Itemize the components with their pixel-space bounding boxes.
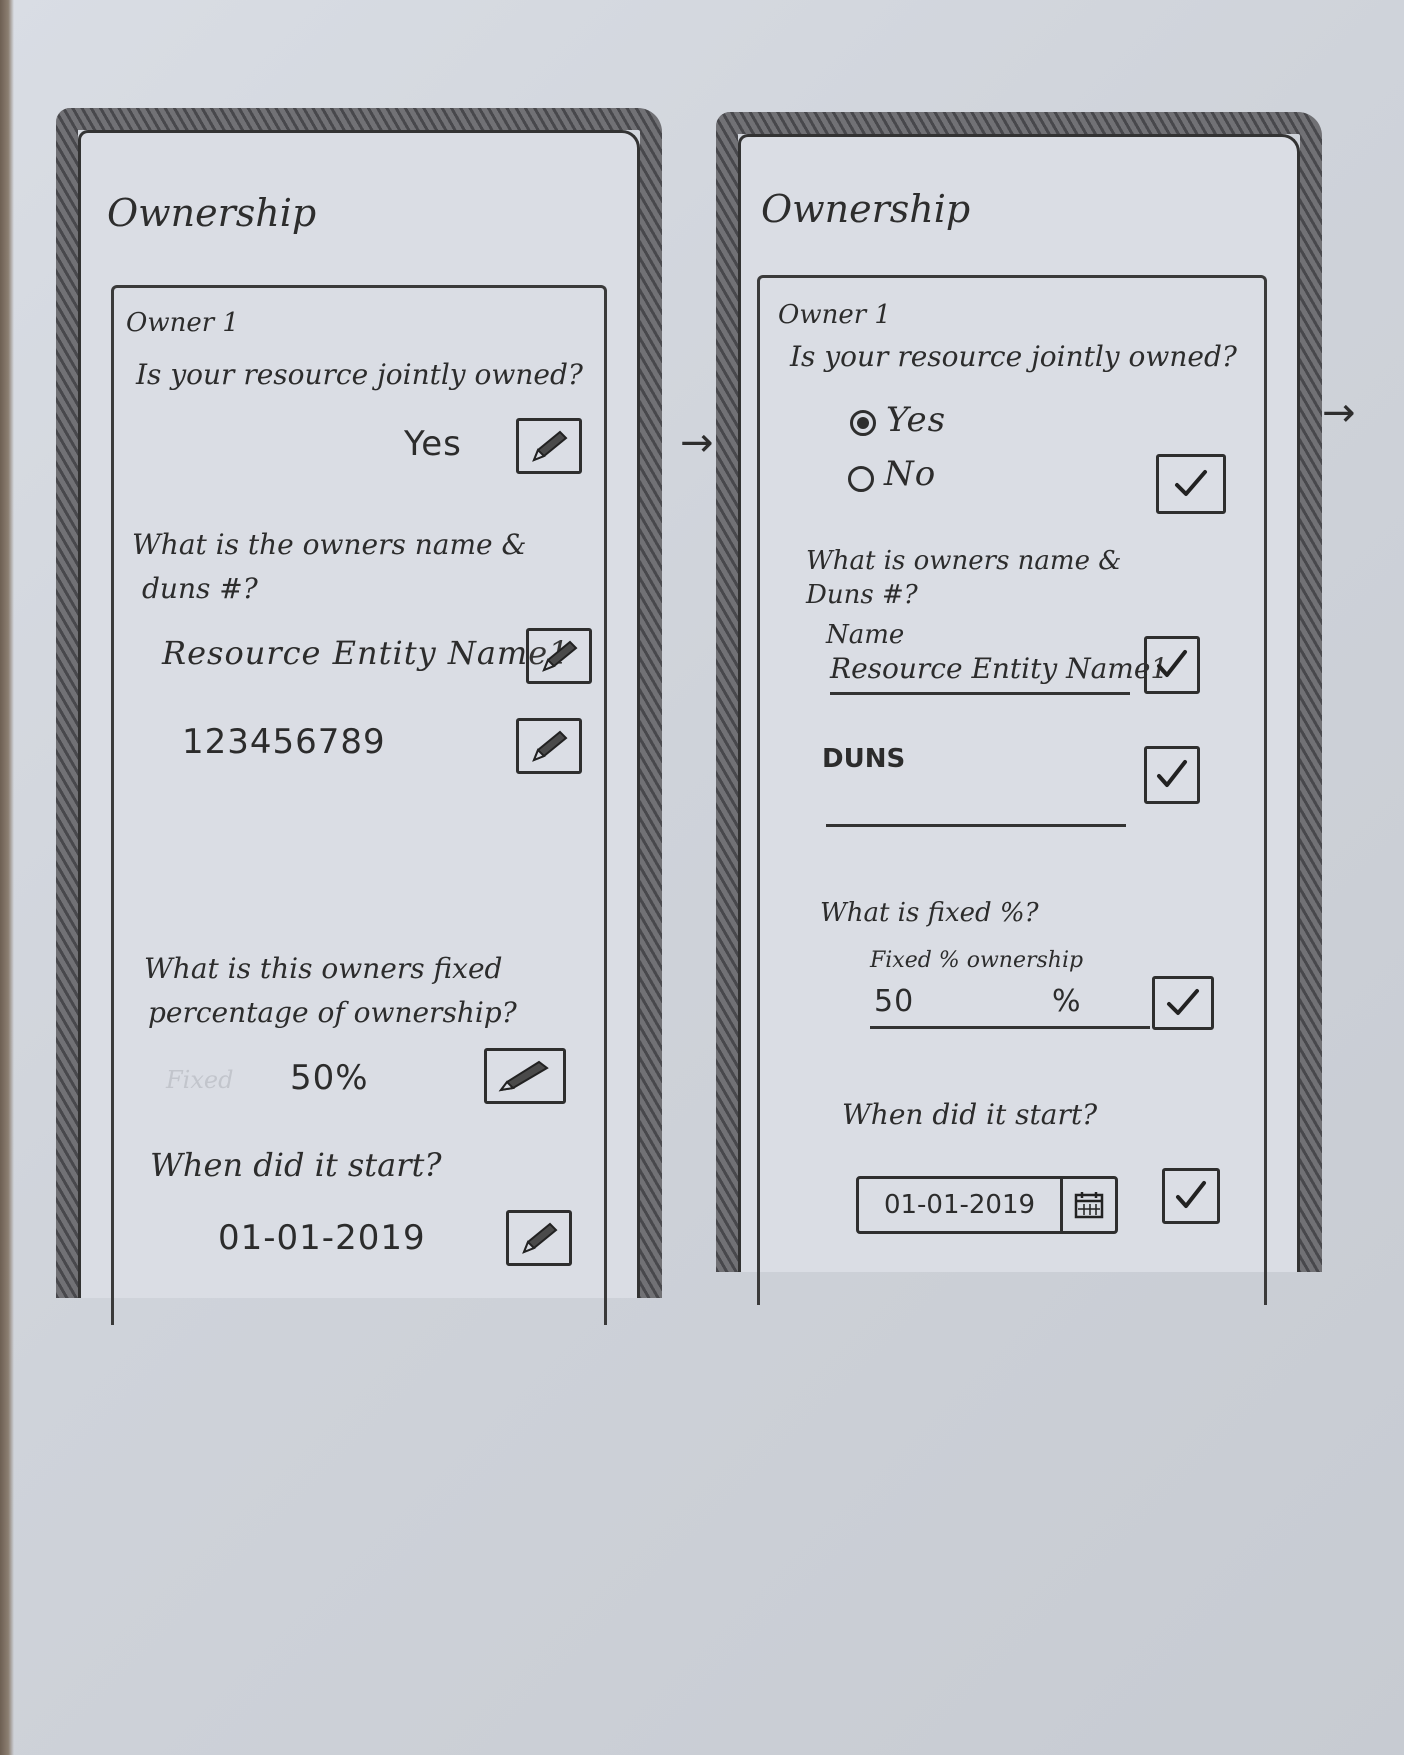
option-yes-label: Yes [886, 400, 947, 440]
edit-duns-button[interactable] [516, 718, 582, 774]
option-no-label: No [884, 454, 937, 494]
pencil-icon [532, 730, 568, 762]
name-question: What is owners name & [806, 546, 1122, 576]
name-input[interactable]: Resource Entity Name1 [830, 652, 1168, 685]
checkmark-icon [1157, 650, 1187, 677]
name-question: What is the owners name & [132, 528, 527, 561]
pencil-icon [532, 430, 568, 462]
name-label: Name [826, 620, 905, 650]
flow-arrow: → [1322, 390, 1356, 436]
checkmark-icon [1175, 470, 1207, 496]
phone-frame-edit-mode: Ownership Owner 1 Is your resource joint… [716, 112, 1322, 1305]
edit-start-button[interactable] [506, 1210, 572, 1266]
name-question-line2: Duns #? [806, 580, 918, 610]
fixed-input-underline [870, 1026, 1150, 1029]
percent-value: 50% [290, 1058, 369, 1098]
paper-edge [0, 0, 14, 1755]
fixed-question: What is fixed %? [820, 898, 1039, 928]
phone-screen: Ownership Owner 1 Is your resource joint… [78, 130, 640, 1325]
duns-input-underline [826, 824, 1126, 827]
pencil-icon [522, 1222, 558, 1254]
page-title: Ownership [107, 191, 317, 235]
duns-label: DUNS [822, 744, 906, 774]
percent-question: What is this owners fixed [144, 952, 503, 985]
edit-joint-button[interactable] [516, 418, 582, 474]
duns-value: 123456789 [182, 722, 386, 762]
flow-arrow: → [680, 420, 714, 466]
edit-name-button[interactable] [526, 628, 592, 684]
joint-question: Is your resource jointly owned? [136, 358, 583, 391]
page-title: Ownership [761, 187, 971, 231]
confirm-joint-button[interactable] [1156, 454, 1226, 514]
checkmark-icon [1157, 760, 1187, 787]
fixed-input[interactable]: 50 [874, 984, 914, 1019]
pencil-icon [542, 640, 578, 672]
card-title: Owner 1 [126, 308, 239, 338]
radio-yes[interactable] [850, 410, 876, 436]
percent-question-line2: percentage of ownership? [148, 996, 517, 1029]
fixed-label: Fixed % ownership [870, 948, 1084, 973]
start-question: When did it start? [150, 1146, 442, 1184]
phone-screen: Ownership Owner 1 Is your resource joint… [738, 134, 1300, 1305]
name-question-line2: duns #? [142, 572, 258, 605]
confirm-fixed-button[interactable] [1152, 976, 1214, 1030]
start-date-value: 01-01-2019 [883, 1190, 1036, 1220]
fixed-unit: % [1052, 984, 1082, 1019]
checkmark-icon [1176, 1181, 1206, 1208]
joint-question: Is your resource jointly owned? [790, 340, 1237, 373]
calendar-button[interactable] [1060, 1179, 1115, 1231]
pencil-icon [498, 1060, 549, 1092]
name-value: Resource Entity Name1 [162, 634, 570, 672]
percent-faint-label: Fixed [166, 1066, 234, 1094]
owner-card: Owner 1 Is your resource jointly owned? … [111, 285, 607, 1325]
confirm-name-button[interactable] [1144, 636, 1200, 694]
start-question: When did it start? [842, 1098, 1098, 1131]
joint-value: Yes [404, 424, 462, 464]
radio-no[interactable] [848, 466, 874, 492]
confirm-start-button[interactable] [1162, 1168, 1220, 1224]
phone-frame-view-mode: Ownership Owner 1 Is your resource joint… [56, 108, 662, 1325]
start-date-input[interactable]: 01-01-2019 [856, 1176, 1118, 1234]
confirm-duns-button[interactable] [1144, 746, 1200, 804]
start-value: 01-01-2019 [218, 1218, 426, 1258]
card-title: Owner 1 [778, 300, 891, 330]
checkmark-icon [1167, 989, 1199, 1015]
name-input-underline [830, 692, 1130, 695]
calendar-icon [1074, 1192, 1104, 1219]
edit-percent-button[interactable] [484, 1048, 566, 1104]
owner-card: Owner 1 Is your resource jointly owned? … [757, 275, 1267, 1305]
